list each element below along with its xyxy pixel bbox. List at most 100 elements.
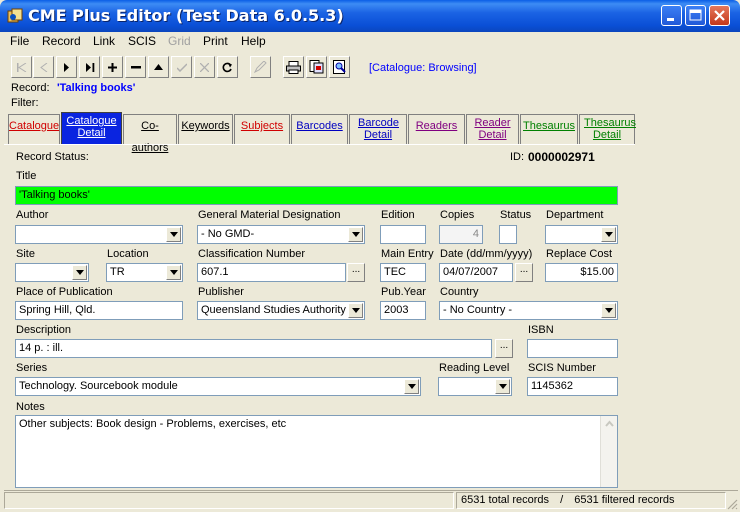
- app-icon: [7, 8, 23, 23]
- print-preview-button[interactable]: [329, 56, 350, 78]
- department-dropdown-button[interactable]: [601, 227, 616, 242]
- chevron-down-icon: [498, 384, 507, 389]
- notes-textarea[interactable]: Other subjects: Book design - Problems, …: [15, 415, 618, 488]
- up-triangle-icon: [154, 64, 163, 70]
- classification-label: Classification Number: [198, 248, 305, 260]
- replace-cost-field[interactable]: $15.00: [545, 263, 618, 282]
- refresh-button[interactable]: [217, 56, 238, 78]
- author-combo[interactable]: [15, 225, 183, 244]
- reading-level-combo[interactable]: [438, 377, 512, 396]
- pencil-icon: [254, 61, 267, 73]
- publisher-dropdown-button[interactable]: [348, 303, 363, 318]
- notes-value: Other subjects: Book design - Problems, …: [19, 418, 287, 430]
- print-button[interactable]: [283, 56, 304, 78]
- tab-subjects[interactable]: Subjects: [234, 114, 290, 144]
- filtered-records: 6531 filtered records: [574, 494, 675, 506]
- tab-barcode-detail-label: Barcode Detail: [358, 117, 399, 141]
- country-dropdown-button[interactable]: [601, 303, 616, 318]
- tab-reader-detail[interactable]: Reader Detail: [466, 114, 519, 144]
- location-dropdown-button[interactable]: [166, 265, 181, 280]
- chevron-down-icon: [169, 270, 178, 275]
- resize-grip-icon[interactable]: [726, 498, 738, 510]
- site-dropdown-button[interactable]: [72, 265, 87, 280]
- menu-grid[interactable]: Grid: [168, 34, 191, 48]
- first-icon: [16, 62, 26, 72]
- delete-record-button[interactable]: [125, 56, 146, 78]
- date-field[interactable]: 04/07/2007: [439, 263, 513, 282]
- reading-level-dropdown-button[interactable]: [495, 379, 510, 394]
- department-label: Department: [546, 209, 604, 221]
- location-combo[interactable]: TR: [106, 263, 183, 282]
- id-value: 0000002971: [528, 150, 595, 164]
- isbn-field[interactable]: [527, 339, 618, 358]
- classification-field[interactable]: 607.1: [197, 263, 346, 282]
- chevron-down-icon: [604, 232, 613, 237]
- tab-catalogue-detail-label: Catalogue Detail: [66, 115, 117, 139]
- main-entry-field[interactable]: TEC: [380, 263, 426, 282]
- description-label: Description: [16, 324, 72, 336]
- edit-note-button[interactable]: [250, 56, 271, 78]
- prev-record-button[interactable]: [33, 56, 54, 78]
- series-label: Series: [16, 362, 48, 374]
- description-field[interactable]: 14 p. : ill.: [15, 339, 492, 358]
- reading-level-label: Reading Level: [439, 362, 510, 374]
- print-labels-button[interactable]: [306, 56, 327, 78]
- gmd-value: - No GMD-: [201, 228, 255, 240]
- menu-file[interactable]: File: [10, 34, 29, 48]
- date-picker-button[interactable]: ...: [515, 263, 533, 282]
- tab-barcode-detail[interactable]: Barcode Detail: [349, 114, 407, 144]
- copies-label: Copies: [440, 209, 475, 221]
- tab-keywords[interactable]: Keywords: [178, 114, 233, 144]
- next-record-button[interactable]: [56, 56, 77, 78]
- isbn-label: ISBN: [528, 324, 554, 336]
- cancel-edit-button[interactable]: [194, 56, 215, 78]
- series-value: Technology. Sourcebook module: [19, 380, 178, 392]
- status-separator: /: [560, 494, 564, 506]
- tab-co-authors[interactable]: Co-authors: [123, 114, 177, 154]
- tab-catalogue[interactable]: Catalogue: [8, 114, 60, 144]
- scis-number-field[interactable]: 1145362: [527, 377, 618, 396]
- scroll-up-icon[interactable]: [601, 416, 618, 433]
- description-lookup-button[interactable]: ...: [495, 339, 513, 358]
- menu-scis[interactable]: SCIS: [128, 34, 156, 48]
- location-value: TR: [110, 266, 125, 278]
- notes-scrollbar[interactable]: [600, 416, 617, 487]
- menu-help[interactable]: Help: [241, 34, 266, 48]
- series-combo[interactable]: Technology. Sourcebook module: [15, 377, 421, 396]
- edit-record-button[interactable]: [148, 56, 169, 78]
- department-combo[interactable]: [545, 225, 618, 244]
- minimize-button[interactable]: [661, 5, 682, 26]
- add-record-button[interactable]: [102, 56, 123, 78]
- tab-thesaurus-detail[interactable]: Thesaurus Detail: [579, 114, 636, 144]
- publisher-label: Publisher: [198, 286, 244, 298]
- edition-field[interactable]: [380, 225, 426, 244]
- tab-thesaurus[interactable]: Thesaurus: [520, 114, 578, 144]
- window-title: CME Plus Editor (Test Data 6.0.5.3): [28, 6, 344, 25]
- tab-readers[interactable]: Readers: [408, 114, 465, 144]
- menu-print[interactable]: Print: [203, 34, 228, 48]
- pubyear-field[interactable]: 2003: [380, 301, 426, 320]
- first-record-button[interactable]: [11, 56, 32, 78]
- publisher-combo[interactable]: Queensland Studies Authority: [197, 301, 365, 320]
- maximize-button[interactable]: [685, 5, 706, 26]
- country-combo[interactable]: - No Country -: [439, 301, 618, 320]
- last-record-button[interactable]: [79, 56, 100, 78]
- menu-link[interactable]: Link: [93, 34, 115, 48]
- title-field[interactable]: 'Talking books': [15, 186, 618, 205]
- place-field[interactable]: Spring Hill, Qld.: [15, 301, 183, 320]
- record-value: 'Talking books': [57, 82, 136, 94]
- chevron-down-icon: [604, 308, 613, 313]
- tab-barcodes[interactable]: Barcodes: [291, 114, 348, 144]
- site-combo[interactable]: [15, 263, 89, 282]
- status-field[interactable]: [499, 225, 517, 244]
- series-dropdown-button[interactable]: [404, 379, 419, 394]
- close-button[interactable]: [709, 5, 730, 26]
- country-label: Country: [440, 286, 479, 298]
- menu-record[interactable]: Record: [42, 34, 81, 48]
- tab-catalogue-detail[interactable]: Catalogue Detail: [61, 112, 122, 144]
- gmd-dropdown-button[interactable]: [348, 227, 363, 242]
- classification-lookup-button[interactable]: ...: [347, 263, 365, 282]
- author-dropdown-button[interactable]: [166, 227, 181, 242]
- post-edit-button[interactable]: [171, 56, 192, 78]
- gmd-combo[interactable]: - No GMD-: [197, 225, 365, 244]
